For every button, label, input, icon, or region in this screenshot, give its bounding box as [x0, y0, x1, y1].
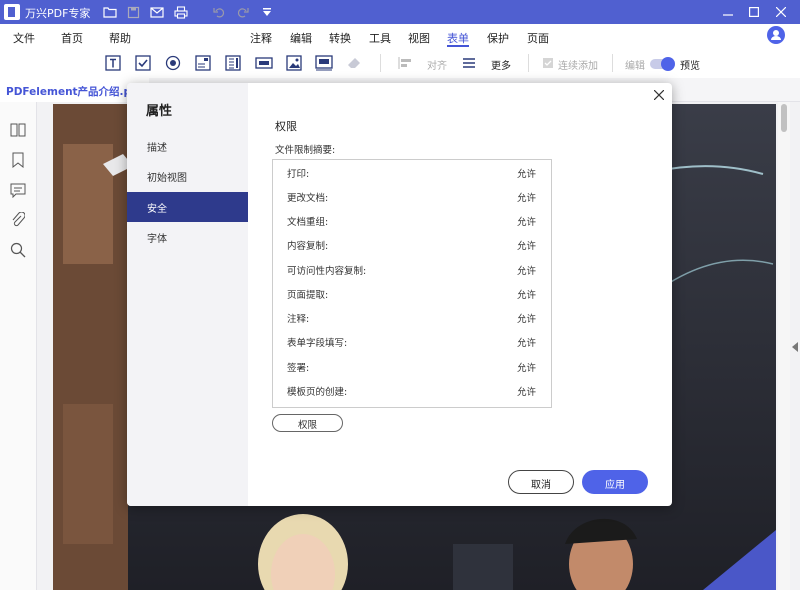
permission-value: 允许: [516, 217, 536, 228]
restrictions-summary-label: 文件限制摘要:: [275, 145, 336, 156]
dialog-sidebar: 属性 描述 初始视图 安全 字体: [127, 83, 248, 506]
permission-row: 更改文档: 允许: [273, 184, 551, 208]
permission-value: 允许: [516, 363, 536, 374]
permission-name: 模板页的创建:: [287, 387, 348, 398]
cancel-button[interactable]: 取消: [508, 470, 574, 494]
permission-value: 允许: [516, 387, 536, 398]
permissions-button[interactable]: 权限: [272, 414, 343, 432]
permission-name: 页面提取:: [287, 290, 329, 301]
permission-value: 允许: [516, 266, 536, 277]
permission-name: 注释:: [287, 314, 310, 325]
permission-value: 允许: [516, 290, 536, 301]
permission-name: 更改文档:: [287, 193, 329, 204]
permission-value: 允许: [516, 169, 536, 180]
section-title: 权限: [275, 120, 297, 133]
nav-security[interactable]: 安全: [127, 192, 248, 222]
permission-value: 允许: [516, 338, 536, 349]
permission-name: 文档重组:: [287, 217, 329, 228]
nav-initial-view[interactable]: 初始视图: [127, 161, 248, 191]
permission-name: 打印:: [287, 169, 310, 180]
permission-value: 允许: [516, 193, 536, 204]
apply-button[interactable]: 应用: [582, 470, 648, 494]
permission-name: 可访问性内容复制:: [287, 266, 367, 277]
close-dialog-icon[interactable]: [652, 88, 666, 102]
permission-row: 文档重组: 允许: [273, 208, 551, 232]
permission-name: 表单字段填写:: [287, 338, 348, 349]
nav-fonts[interactable]: 字体: [127, 222, 248, 252]
permissions-list: 打印: 允许 更改文档: 允许 文档重组: 允许 内容复制: 允许 可访问性内容复制: 允…: [272, 159, 552, 408]
permission-row: 可访问性内容复制: 允许: [273, 257, 551, 281]
permission-row: 页面提取: 允许: [273, 281, 551, 305]
properties-dialog: 属性 描述 初始视图 安全 字体 权限 文件限制摘要: 打印: 允许 更改文档: 允…: [127, 83, 672, 506]
permission-row: 表单字段填写: 允许: [273, 329, 551, 353]
permission-row: 签署: 允许: [273, 354, 551, 378]
nav-description[interactable]: 描述: [127, 131, 248, 161]
dialog-title: 属性: [146, 104, 173, 119]
permission-value: 允许: [516, 241, 536, 252]
permission-row: 模板页的创建: 允许: [273, 378, 551, 402]
permission-row: 打印: 允许: [273, 160, 551, 184]
permission-row: 内容复制: 允许: [273, 232, 551, 256]
permission-name: 签署:: [287, 363, 310, 374]
permission-name: 内容复制:: [287, 241, 329, 252]
permission-row: 注释: 允许: [273, 305, 551, 329]
permission-value: 允许: [516, 314, 536, 325]
